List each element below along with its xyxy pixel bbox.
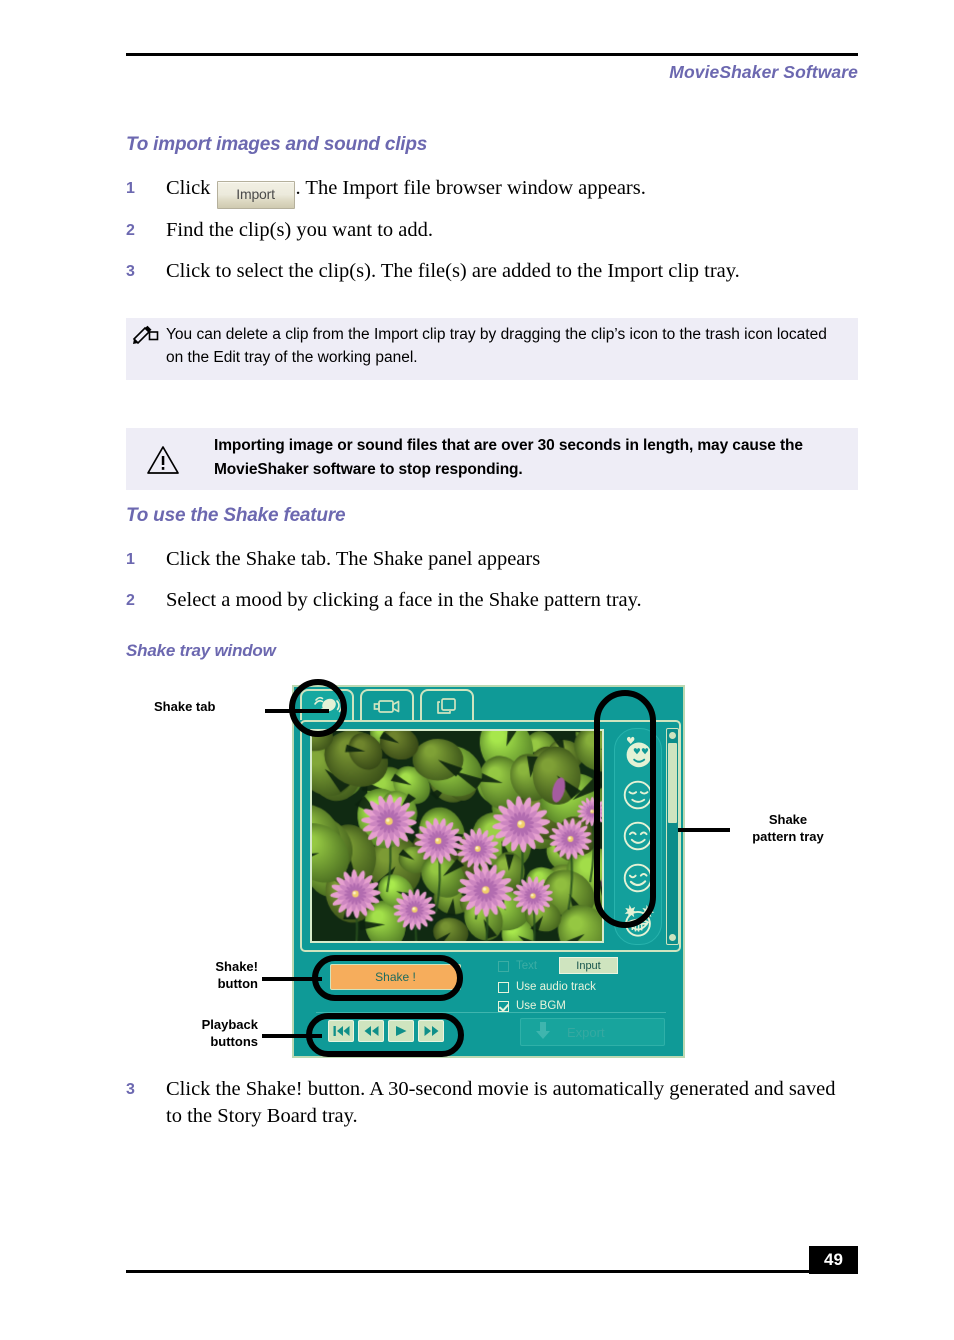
footer-rule (126, 1270, 858, 1273)
callout-shake-pattern-tray: Shake pattern tray (752, 812, 824, 844)
step-text: Find the clip(s) you want to add. (166, 219, 434, 241)
heading-shake-tray-window: Shake tray window (126, 641, 276, 660)
step-text-before: Click (166, 177, 211, 199)
callout-playback-buttons: Playback buttons (201, 1017, 258, 1049)
step-number: 2 (126, 592, 135, 609)
warning-text: Importing image or sound files that are … (214, 437, 803, 478)
step-shake-1: 1 Click the Shake tab. The Shake panel a… (126, 546, 826, 573)
warning-triangle-icon (146, 445, 180, 475)
leader-line-pattern-tray (678, 828, 730, 832)
checkbox-use-audio-track[interactable]: Use audio track (498, 981, 596, 993)
checkbox-box[interactable] (498, 960, 509, 972)
export-label: Export (567, 1024, 605, 1040)
highlight-ring-playback-buttons (306, 1013, 464, 1057)
step-number: 3 (126, 1081, 135, 1098)
step-shake-2: 2 Select a mood by clicking a face in th… (126, 587, 826, 614)
note-callout-box: You can delete a clip from the Import cl… (126, 318, 858, 380)
highlight-ring-shake-button (312, 955, 463, 1001)
note-text: You can delete a clip from the Import cl… (166, 326, 827, 366)
step-import-1: 1 Click Import. The Import file browser … (126, 175, 826, 209)
scrollbar-thumb[interactable] (668, 743, 677, 823)
scroll-up-icon[interactable] (669, 732, 676, 739)
import-button-graphic: Import (216, 181, 295, 209)
step-text: Click the Shake tab. The Shake panel app… (166, 548, 541, 570)
input-button[interactable]: Input (559, 957, 618, 974)
leader-line-shake-button (262, 977, 322, 981)
step-shake-3: 3 Click the Shake! button. A 30-second m… (126, 1076, 856, 1130)
leader-line-shake-tab (265, 709, 329, 713)
step-import-2: 2 Find the clip(s) you want to add. (126, 217, 826, 244)
checkbox-box[interactable] (498, 1000, 509, 1012)
checkbox-label: Text (516, 960, 538, 972)
page-header-title: MovieShaker Software (669, 62, 858, 82)
step-import-3: 3 Click to select the clip(s). The file(… (126, 258, 826, 285)
stacked-frames-icon (434, 696, 460, 716)
tab-capture[interactable] (360, 689, 414, 720)
pattern-tray-scrollbar[interactable] (666, 728, 679, 945)
checkbox-box[interactable] (498, 981, 509, 993)
step-text: Click Import. The Import file browser wi… (166, 175, 826, 209)
highlight-ring-shake-tab (289, 679, 347, 737)
tab-storyboard[interactable] (420, 689, 474, 720)
step-number: 1 (126, 551, 135, 568)
step-number: 1 (126, 180, 135, 197)
download-arrow-icon (535, 1021, 551, 1043)
highlight-ring-pattern-tray (594, 690, 656, 928)
video-camera-icon (372, 696, 402, 716)
pencil-note-icon (132, 325, 160, 347)
page-number: 49 (809, 1246, 858, 1274)
scroll-down-icon[interactable] (669, 934, 676, 941)
warning-callout-box: Importing image or sound files that are … (126, 428, 858, 490)
step-number: 2 (126, 222, 135, 239)
step-text: Click the Shake! button. A 30-second mov… (166, 1078, 836, 1127)
callout-shake-button: Shake! button (215, 959, 258, 991)
step-text-after: . The Import file browser window appears… (295, 177, 646, 199)
checkbox-label: Use audio track (516, 981, 596, 993)
heading-use-shake-feature: To use the Shake feature (126, 505, 346, 526)
callout-shake-tab: Shake tab (154, 699, 216, 714)
step-number: 3 (126, 263, 135, 280)
leader-line-playback-buttons (262, 1034, 322, 1038)
heading-import-images: To import images and sound clips (126, 134, 428, 155)
header-rule (126, 53, 858, 56)
checkbox-label: Use BGM (516, 1000, 566, 1012)
preview-photo (310, 729, 604, 943)
step-text: Click to select the clip(s). The file(s)… (166, 260, 740, 282)
checkbox-use-bgm[interactable]: Use BGM (498, 1000, 566, 1012)
document-page: MovieShaker Software To import images an… (0, 0, 954, 1340)
checkbox-text[interactable]: Text (498, 960, 537, 972)
export-button[interactable]: Export (520, 1018, 665, 1046)
step-text: Select a mood by clicking a face in the … (166, 589, 642, 611)
shake-tray-window-figure: Shake ! Text Use audio track Use BGM Inp… (126, 665, 858, 1065)
